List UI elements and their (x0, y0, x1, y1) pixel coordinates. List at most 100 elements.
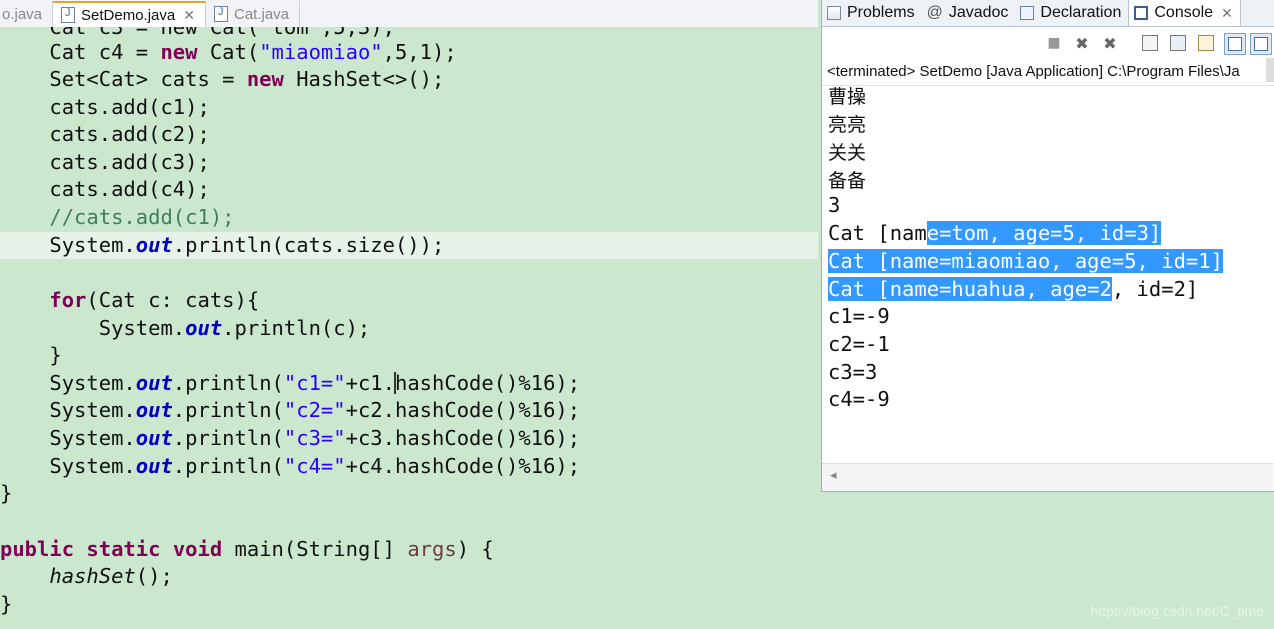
console-line: Cat [name=tom, age=5, id=3] (828, 220, 1162, 247)
code-line: hashSet(); (0, 563, 818, 590)
code-text: ,5,1); (382, 40, 457, 64)
console-text: Cat [nam (828, 221, 927, 245)
console-line: c1=-9 (828, 304, 890, 328)
tab-label: Problems (847, 4, 915, 21)
code-line: Set<Cat> cats = new HashSet<>(); (0, 66, 818, 93)
code-text: System. (0, 233, 136, 257)
code-line: public static void main(String[] args) { (0, 536, 818, 563)
code-line: System.out.println(c); (0, 315, 818, 342)
close-tab-icon[interactable]: ✕ (1221, 5, 1233, 22)
code-text: System. (0, 371, 136, 395)
code-text: .println( (172, 426, 284, 450)
tab-problems[interactable]: Problems (822, 0, 922, 26)
code-text: } (0, 481, 13, 505)
code-text: System. (0, 316, 186, 340)
console-line: c2=-1 (828, 332, 890, 356)
code-text: System. (0, 454, 136, 478)
java-file-icon (61, 7, 76, 23)
code-line: cats.add(c2); (0, 122, 210, 146)
code-text: +c4.hashCode()%16); (345, 454, 581, 478)
code-text: HashSet<>(); (283, 67, 445, 91)
static-field: out (135, 426, 173, 450)
show-console-on-output-icon[interactable] (1224, 33, 1246, 55)
clear-console-icon[interactable] (1140, 33, 1160, 53)
static-field: out (185, 316, 223, 340)
code-line: cats.add(c1); (0, 95, 210, 119)
code-text: .println(c); (222, 316, 371, 340)
console-line: 关关 (828, 142, 867, 164)
code-line: System.out.println("c3="+c3.hashCode()%1… (0, 425, 818, 452)
java-file-icon (213, 6, 228, 22)
editor-tab-o-java[interactable]: o.java (0, 1, 54, 27)
console-line: 曹操 (828, 86, 867, 108)
keyword: static (86, 537, 161, 561)
declaration-icon (1020, 6, 1035, 20)
code-text: .println( (172, 398, 284, 422)
code-text: .println( (172, 371, 284, 395)
code-text: Cat( (197, 40, 260, 64)
word-wrap-icon[interactable] (1196, 33, 1216, 53)
tab-label: Declaration (1040, 4, 1122, 21)
tab-label: Javadoc (948, 4, 1009, 21)
scroll-lock-icon[interactable] (1168, 33, 1188, 53)
code-text: ) { (456, 537, 494, 561)
code-text: } (0, 592, 13, 616)
close-tab-icon[interactable]: ✕ (183, 7, 195, 24)
show-console-on-error-icon[interactable] (1250, 33, 1272, 55)
code-text: (); (135, 564, 173, 588)
code-text: Cat c4 = (0, 40, 161, 64)
string-literal: "miaomiao" (259, 40, 383, 64)
editor-tab-cat-java[interactable]: Cat.java (206, 1, 301, 27)
editor-tab-label: SetDemo.java (81, 6, 176, 24)
tab-declaration[interactable]: Declaration (1015, 0, 1128, 26)
console-line: Cat [name=miaomiao, age=5, id=1] (828, 248, 1223, 275)
code-line: } (0, 480, 818, 507)
keyword: for (49, 288, 87, 312)
code-line: for(Cat c: cats){ (0, 287, 818, 314)
tab-console[interactable]: Console ✕ (1128, 0, 1241, 26)
code-text: +c1.hashCode()%16); (345, 371, 581, 395)
selected-text: e=tom, age=5, id=3] (926, 221, 1162, 245)
string-literal: "c4=" (283, 454, 346, 478)
code-text: System. (0, 426, 136, 450)
tab-label: Console (1154, 4, 1214, 21)
code-line: cats.add(c3); (0, 150, 210, 174)
text-cursor (394, 372, 396, 394)
editor-tab-label: o.java (2, 5, 43, 23)
terminate-icon[interactable]: ■ (1044, 33, 1064, 53)
code-text: (Cat c: cats){ (86, 288, 260, 312)
console-line: Cat [name=huahua, age=2, id=2] (828, 276, 1198, 303)
panel-tab-bar: Problems @ Javadoc Declaration Console ✕ (822, 0, 1274, 27)
code-line: System.out.println("c2="+c2.hashCode()%1… (0, 397, 818, 424)
code-line: } (0, 591, 818, 618)
vertical-scrollbar[interactable] (1266, 58, 1274, 82)
keyword: public (0, 537, 75, 561)
static-field: out (135, 454, 173, 478)
scroll-left-icon[interactable]: ◂ (830, 468, 837, 483)
static-field: out (135, 398, 173, 422)
code-text: System. (0, 398, 136, 422)
code-line: cats.add(c4); (0, 177, 210, 201)
code-line: System.out.println("c4="+c4.hashCode()%1… (0, 453, 818, 480)
horizontal-scrollbar[interactable]: ◂ (822, 463, 1273, 491)
parameter-name: args (407, 537, 457, 561)
console-output[interactable]: 曹操 亮亮 关关 备备 3 Cat [name=tom, age=5, id=3… (822, 84, 1274, 464)
editor-tab-bar: o.java SetDemo.java ✕ Cat.java (0, 0, 818, 28)
remove-all-terminated-icon[interactable]: ✖ (1100, 33, 1120, 53)
code-text: .println(cats.size()); (172, 233, 445, 257)
code-text: Set<Cat> cats = (0, 67, 247, 91)
static-method-call: hashSet (49, 564, 136, 588)
selected-text: Cat [name=miaomiao, age=5, id=1] (828, 249, 1223, 273)
string-literal: "c2=" (283, 398, 346, 422)
editor-tab-setdemo[interactable]: SetDemo.java ✕ (53, 1, 206, 27)
string-literal: "c3=" (283, 426, 346, 450)
selected-text: Cat [name=huahua, age=2 (828, 277, 1112, 301)
code-text: Cat c3 = new Cat("tom",5,3); (49, 27, 395, 39)
tab-javadoc[interactable]: @ Javadoc (922, 0, 1016, 26)
console-line: 备备 (828, 170, 867, 192)
remove-launch-icon[interactable]: ✖ (1072, 33, 1092, 53)
current-code-line: System.out.println(cats.size()); (0, 232, 818, 259)
problems-icon (827, 6, 841, 20)
code-editor[interactable]: Cat c3 = new Cat("tom",5,3); Cat c4 = ne… (0, 27, 818, 629)
